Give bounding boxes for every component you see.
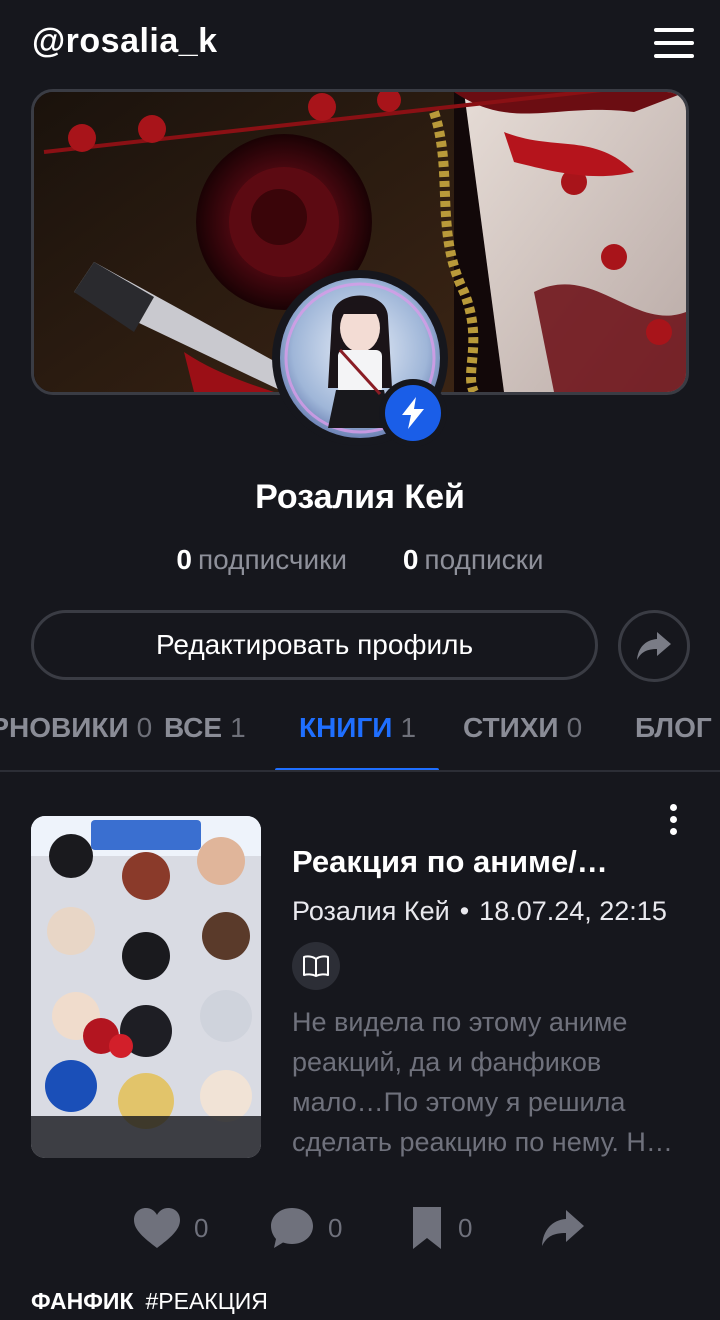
meta-separator: • [459,896,470,926]
tab-count: 0 [566,712,583,743]
post-author[interactable]: Розалия Кей [292,896,450,926]
hamburger-icon-line [654,41,694,45]
menu-button[interactable] [652,24,696,62]
post-type-chip [292,942,340,990]
bookmark-icon [413,1207,441,1249]
followers-stat[interactable]: 0 подписчики [176,544,347,576]
tab-label: ЧЕРНОВИКИ [0,712,129,743]
edit-profile-button[interactable]: Редактировать профиль [31,610,598,680]
following-count: 0 [402,544,419,575]
content-tabs: ЧЕРНОВИКИ0 ВСЕ1 КНИГИ1 СТИХИ0 БЛОГ [0,700,720,772]
tab-label: ВСЕ [164,712,223,743]
book-icon [303,955,329,977]
tab-count: 1 [230,712,246,743]
more-vertical-icon-dot [670,828,677,835]
share-profile-button[interactable] [618,610,690,682]
like-button[interactable]: 0 [134,1200,208,1256]
tab-books[interactable]: КНИГИ 1 [299,712,416,744]
top-bar: @rosalia_k [0,0,720,88]
bookmark-count: 0 [458,1212,473,1243]
tab-all[interactable]: ВСЕ 1 [164,712,246,744]
hamburger-icon-line [654,54,694,58]
post-title[interactable]: Реакция по аниме/… [292,844,652,880]
post-tags: ФАНФИК #РЕАКЦИЯ [31,1288,268,1315]
followers-label: подписчики [197,544,348,575]
heart-icon [134,1208,180,1248]
comment-count: 0 [328,1212,343,1243]
author-badge[interactable] [379,379,447,447]
share-post-button[interactable] [540,1200,586,1256]
post-type-tag[interactable]: ФАНФИК [31,1288,133,1314]
comment-icon [271,1208,313,1248]
tab-label: СТИХИ [463,712,559,743]
post-actions: 0 0 0 [0,1200,720,1256]
like-count: 0 [194,1212,209,1243]
comment-button[interactable]: 0 [270,1200,342,1256]
active-tab-indicator [275,768,439,770]
profile-name: Розалия Кей [255,478,465,516]
share-arrow-icon [637,632,671,660]
tab-label: БЛОГ [635,712,712,743]
lightning-icon [385,385,441,441]
tab-poems[interactable]: СТИХИ 0 [463,712,582,744]
post-hashtag[interactable]: #РЕАКЦИЯ [145,1288,267,1314]
more-vertical-icon-dot [670,816,677,823]
share-arrow-icon [542,1210,584,1246]
cover-image [31,816,261,1158]
post-date: 18.07.24, 22:15 [479,896,667,926]
following-label: подписки [424,544,544,575]
profile-stats: 0 подписчики 0 подписки [0,544,720,576]
hamburger-icon [654,28,694,32]
tab-drafts[interactable]: ЧЕРНОВИКИ0 [0,712,152,744]
tab-count: 1 [400,712,417,743]
post-description[interactable]: Не видела по этому аниме реакций, да и ф… [292,1002,688,1162]
post-cover[interactable] [31,816,261,1158]
more-vertical-icon [670,804,677,811]
bookmark-button[interactable]: 0 [410,1200,472,1256]
post-meta: Розалия Кей • 18.07.24, 22:15 [292,896,667,927]
tab-count: 0 [136,712,153,743]
post-more-button[interactable] [662,800,686,840]
tab-label: КНИГИ [299,712,393,743]
username: @rosalia_k [32,22,218,60]
tab-blog[interactable]: БЛОГ [635,712,712,744]
following-stat[interactable]: 0 подписки [403,544,544,576]
followers-count: 0 [176,544,192,575]
